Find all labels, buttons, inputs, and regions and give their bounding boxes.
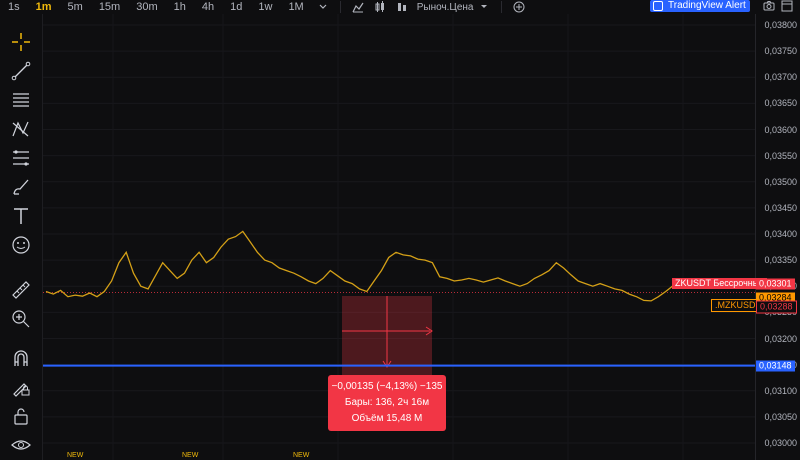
drawing-toolbar [0, 14, 43, 460]
new-tag: NEW [182, 452, 199, 459]
price-tick-label: 0,03550 [764, 150, 797, 161]
main-price-tag: 0,03301 [756, 278, 795, 290]
measure-bars-text: Бары: 136, 2ч 16м [344, 397, 430, 408]
ref-price-tag: 0,03288 [756, 300, 797, 314]
unlock-icon[interactable] [9, 404, 33, 428]
divider [501, 1, 503, 13]
timeframe-1w[interactable]: 1w [250, 0, 280, 14]
emoji-icon[interactable] [9, 233, 33, 257]
price-tick-label: 0,03750 [764, 46, 797, 57]
price-tick-label: 0,03100 [764, 385, 797, 396]
crosshair-icon[interactable] [9, 30, 33, 54]
price-tick-label: 0,03200 [764, 333, 797, 344]
price-tick-label: 0,03000 [764, 438, 797, 448]
tradingview-alert-button[interactable]: TradingView Alert [650, 0, 750, 12]
price-axis[interactable]: 0,03800 0,03750 0,03700 0,03650 0,03600 0,035… [755, 14, 800, 460]
price-tick-label: 0,03650 [764, 98, 797, 109]
chevron-down-icon[interactable] [317, 1, 329, 13]
text-icon[interactable] [9, 204, 33, 228]
alert-icon [653, 1, 663, 11]
trend-line-icon[interactable] [9, 59, 33, 83]
timeframe-1s[interactable]: 1s [0, 0, 28, 14]
timeframe-5m[interactable]: 5m [60, 0, 91, 14]
settings-icon[interactable] [781, 0, 793, 12]
new-tag: NEW [67, 452, 84, 459]
chevron-down-icon[interactable] [478, 1, 490, 13]
price-series-line [45, 230, 674, 302]
timeframe-1m[interactable]: 1m [28, 0, 60, 14]
alert-label: TradingView Alert [668, 0, 746, 11]
timeframe-1M[interactable]: 1M [280, 0, 311, 14]
price-tick-label: 0,03700 [764, 72, 797, 83]
add-compare-icon[interactable] [513, 1, 525, 13]
timeframe-group: 1s 1m 5m 15m 30m 1h 4h 1d 1w 1M [0, 0, 312, 14]
candles-icon[interactable] [374, 1, 386, 13]
horizontal-lines-icon[interactable] [9, 88, 33, 112]
eye-icon[interactable] [9, 433, 33, 457]
pattern-icon[interactable] [9, 117, 33, 141]
measure-info-box: −0,00135 (−4,13%) −135 Бары: 136, 2ч 16м… [328, 375, 446, 431]
timeframe-1d[interactable]: 1d [222, 0, 250, 14]
price-tick-label: 0,03600 [764, 124, 797, 135]
indicators-icon[interactable] [352, 1, 364, 13]
new-tag: NEW [293, 452, 310, 459]
timeframe-15m[interactable]: 15m [91, 0, 128, 14]
measure-change-text: −0,00135 (−4,13%) −135 [331, 381, 443, 392]
main-symbol-label: ZKUSDT Бессрочный [672, 277, 768, 289]
ruler-icon[interactable] [9, 278, 33, 302]
camera-icon[interactable] [763, 0, 775, 12]
price-tick-label: 0,03350 [764, 255, 797, 266]
magnet-icon[interactable] [9, 346, 33, 370]
fib-icon[interactable] [9, 146, 33, 170]
brush-icon[interactable] [9, 175, 33, 199]
timeframe-4h[interactable]: 4h [194, 0, 222, 14]
price-tick-label: 0,03050 [764, 411, 797, 422]
divider [339, 1, 341, 13]
timeframe-30m[interactable]: 30m [128, 0, 165, 14]
measure-volume-text: Объём 15,48 M [351, 413, 423, 424]
price-tick-label: 0,03800 [764, 20, 797, 30]
price-tick-label: 0,03400 [764, 229, 797, 239]
price-type-icon[interactable] [396, 1, 408, 13]
price-tick-label: 0,03450 [764, 202, 797, 213]
line-price-tag: 0,03148 [756, 360, 795, 372]
price-tick-label: 0,03500 [764, 176, 797, 187]
timeframe-1h[interactable]: 1h [166, 0, 194, 14]
price-type-label[interactable]: Рыноч.Цена [417, 2, 474, 13]
zoom-icon[interactable] [9, 307, 33, 331]
draw-lock-icon[interactable] [9, 375, 33, 399]
